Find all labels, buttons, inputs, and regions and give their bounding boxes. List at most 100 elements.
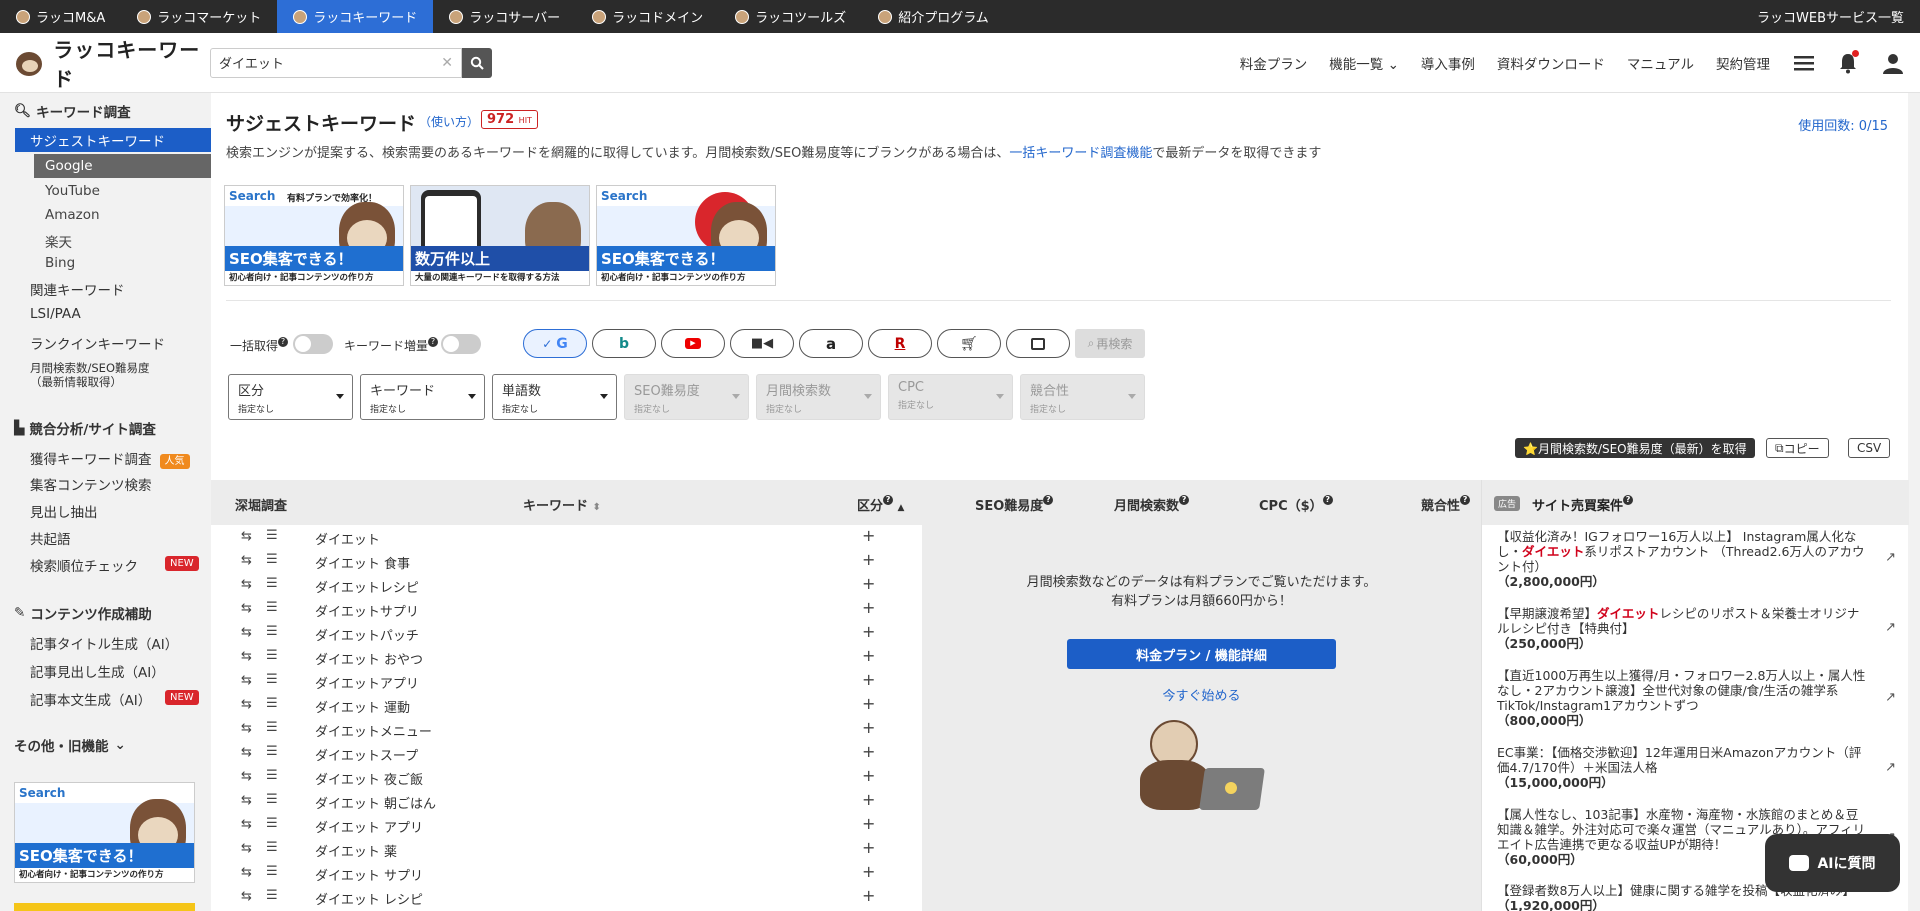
help-icon[interactable]: ? [278, 337, 289, 347]
list-icon[interactable]: ☰ [266, 720, 278, 735]
help-icon[interactable]: ? [1460, 495, 1471, 505]
retweet-icon[interactable]: ⇆ [241, 625, 252, 640]
ad-item[interactable]: EC事業：【価格交渉歓迎】12年運用日米Amazonアカウント（評価4.7/17… [1497, 745, 1867, 790]
service-tab-referral[interactable]: 紹介プログラム [862, 0, 1005, 33]
research-button[interactable]: ⌕ 再検索 [1075, 329, 1145, 358]
help-icon[interactable]: ? [1179, 495, 1190, 505]
sidebar-banner-2[interactable] [14, 903, 195, 911]
start-now-link[interactable]: 今すぐ始める [922, 685, 1481, 704]
sidebar-item-suggest[interactable]: サジェストキーワード [15, 128, 211, 152]
service-tab-tools[interactable]: ラッコツールズ [719, 0, 862, 33]
add-icon[interactable]: + [862, 550, 875, 569]
external-link-icon[interactable]: ↗ [1885, 760, 1896, 775]
ai-question-button[interactable]: AIに質問 [1765, 834, 1900, 892]
ad-item[interactable]: 【早期譲渡希望】ダイエットレシピのリポスト＆栄養士オリジナルレシピ付き【特典付】… [1497, 606, 1867, 651]
col-seo[interactable]: SEO難易度? [975, 495, 1054, 514]
engine-video-button[interactable]: ■◀ [730, 329, 794, 358]
sidebar-sub-youtube[interactable]: YouTube [45, 183, 100, 199]
banner-keywords[interactable]: 数万件以上 大量の関連キーワードを取得する方法 [410, 185, 590, 286]
filter-kubun[interactable]: 区分 指定なし [228, 374, 353, 420]
sidebar-item-content-search[interactable]: 集客コンテンツ検索 [30, 474, 152, 494]
banner-seo-2[interactable]: Search SEO集客できる！ 初心者向け・記事コンテンツの作り方 [596, 185, 776, 286]
list-icon[interactable]: ☰ [266, 888, 278, 903]
add-icon[interactable]: + [862, 694, 875, 713]
col-cpc[interactable]: CPC（$）? [1259, 495, 1333, 514]
increase-toggle[interactable] [441, 334, 481, 354]
add-icon[interactable]: + [862, 646, 875, 665]
retweet-icon[interactable]: ⇆ [241, 817, 252, 832]
add-icon[interactable]: + [862, 838, 875, 857]
sidebar-item-rank-check[interactable]: 検索順位チェック [30, 555, 138, 575]
external-link-icon[interactable]: ↗ [1885, 550, 1896, 565]
nav-case-studies[interactable]: 導入事例 [1421, 53, 1475, 73]
fetch-latest-button[interactable]: ⭐月間検索数/SEO難易度（最新）を取得 [1515, 438, 1755, 458]
add-icon[interactable]: + [862, 718, 875, 737]
external-link-icon[interactable]: ↗ [1885, 620, 1896, 635]
add-icon[interactable]: + [862, 622, 875, 641]
list-icon[interactable]: ☰ [266, 576, 278, 591]
sidebar-item-rankin[interactable]: ランクインキーワード [30, 333, 165, 353]
engine-google-button[interactable]: ✓ G [523, 329, 587, 358]
banner-seo-1[interactable]: Search 有料プランで効率化！ SEO集客できる！ 初心者向け・記事コンテン… [224, 185, 404, 286]
notification-button[interactable] [1838, 49, 1859, 74]
logo[interactable]: ラッコキーワード [14, 34, 210, 92]
service-tab-keyword[interactable]: ラッコキーワード [277, 0, 434, 33]
sidebar-sub-amazon[interactable]: Amazon [45, 207, 100, 223]
col-keyword[interactable]: キーワード ⬍ [523, 495, 601, 514]
retweet-icon[interactable]: ⇆ [241, 577, 252, 592]
service-tab-server[interactable]: ラッコサーバー [433, 0, 576, 33]
nav-contract[interactable]: 契約管理 [1716, 53, 1770, 73]
service-tab-domain[interactable]: ラッコドメイン [576, 0, 719, 33]
list-icon[interactable]: ☰ [266, 792, 278, 807]
service-tab-market[interactable]: ラッコマーケット [121, 0, 277, 33]
retweet-icon[interactable]: ⇆ [241, 697, 252, 712]
retweet-icon[interactable]: ⇆ [241, 553, 252, 568]
ad-item[interactable]: 【直近1000万再生以上獲得/月・フォロワー2.8万人以上・属人性なし・2アカウ… [1497, 668, 1867, 728]
list-icon[interactable]: ☰ [266, 768, 278, 783]
sidebar-sub-google[interactable]: Google [34, 154, 211, 178]
nav-manual[interactable]: マニュアル [1627, 53, 1694, 73]
retweet-icon[interactable]: ⇆ [241, 601, 252, 616]
usage-count[interactable]: 使用回数: 0/15 [1798, 115, 1888, 134]
col-competition[interactable]: 競合性? [1421, 495, 1471, 514]
list-icon[interactable]: ☰ [266, 672, 278, 687]
list-icon[interactable]: ☰ [266, 624, 278, 639]
add-icon[interactable]: + [862, 742, 875, 761]
help-icon[interactable]: ? [1043, 495, 1054, 505]
nav-download[interactable]: 資料ダウンロード [1497, 53, 1605, 73]
add-icon[interactable]: + [862, 526, 875, 545]
search-button[interactable] [462, 47, 492, 78]
sidebar-item-acquired[interactable]: 獲得キーワード調査 人気 [30, 448, 190, 469]
sidebar-sub-rakuten[interactable]: 楽天 [45, 231, 72, 251]
external-link-icon[interactable]: ↗ [1885, 690, 1896, 705]
list-icon[interactable]: ☰ [266, 648, 278, 663]
nav-pricing[interactable]: 料金プラン [1240, 53, 1308, 73]
col-monthly[interactable]: 月間検索数? [1114, 495, 1190, 514]
retweet-icon[interactable]: ⇆ [241, 673, 252, 688]
menu-button[interactable] [1794, 54, 1814, 72]
help-icon[interactable]: ? [1623, 495, 1634, 505]
sidebar-item-monthly[interactable]: 月間検索数/SEO難易度 （最新情報取得） [30, 361, 150, 389]
help-icon[interactable]: ? [1322, 495, 1333, 505]
filter-keyword[interactable]: キーワード 指定なし [360, 374, 485, 420]
engine-amazon-button[interactable]: a [799, 329, 863, 358]
col-kubun[interactable]: 区分? ▲ [857, 495, 904, 514]
add-icon[interactable]: + [862, 670, 875, 689]
retweet-icon[interactable]: ⇆ [241, 793, 252, 808]
sidebar-item-lsi[interactable]: LSI/PAA [30, 306, 81, 322]
engine-rakuten-button[interactable]: R [868, 329, 932, 358]
sidebar-item-body-gen[interactable]: 記事本文生成（AI） [30, 689, 151, 709]
help-icon[interactable]: ? [428, 337, 439, 347]
nav-features[interactable]: 機能一覧 ⌄ [1329, 53, 1399, 73]
retweet-icon[interactable]: ⇆ [241, 889, 252, 904]
retweet-icon[interactable]: ⇆ [241, 529, 252, 544]
retweet-icon[interactable]: ⇆ [241, 649, 252, 664]
list-icon[interactable]: ☰ [266, 696, 278, 711]
list-icon[interactable]: ☰ [266, 744, 278, 759]
ad-item[interactable]: 【収益化済み！IGフォロワー16万人以上】 Instagram属人化なし・ダイエ… [1497, 529, 1867, 589]
retweet-icon[interactable]: ⇆ [241, 721, 252, 736]
howto-link[interactable]: （使い方） [419, 113, 479, 130]
engine-bing-button[interactable]: b [592, 329, 656, 358]
add-icon[interactable]: + [862, 790, 875, 809]
sidebar-item-cooccur[interactable]: 共起語 [30, 528, 71, 548]
